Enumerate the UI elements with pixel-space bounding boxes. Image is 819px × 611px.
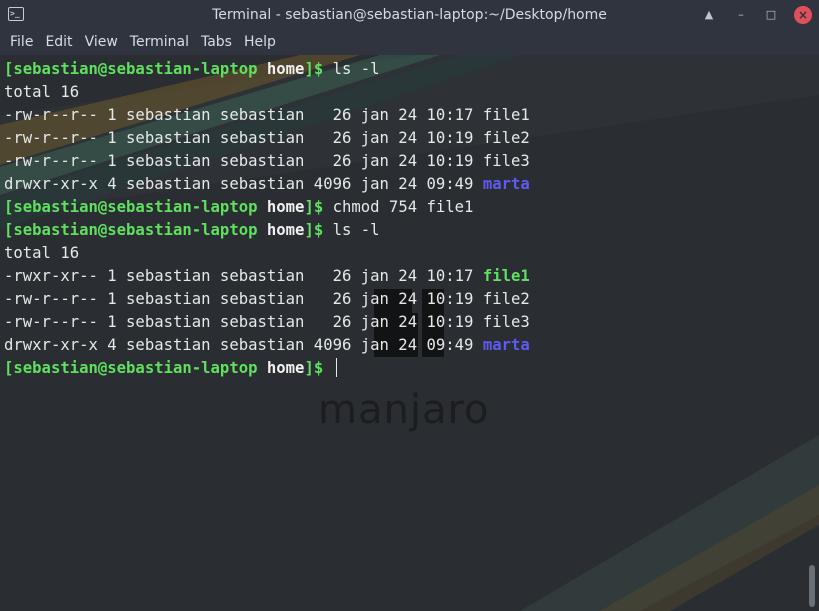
scrollbar[interactable]	[806, 55, 819, 611]
listing-details: -rwxr-xr-- 1 sebastian sebastian 26 jan …	[4, 267, 483, 285]
listing-row: drwxr-xr-x 4 sebastian sebastian 4096 ja…	[4, 334, 530, 357]
prompt-user-host: [sebastian@sebastian-laptop	[4, 60, 258, 78]
prompt-directory: home	[266, 198, 305, 216]
prompt-line: [sebastian@sebastian-laptop home]$ ls -l	[4, 219, 530, 242]
listing-row: -rwxr-xr-- 1 sebastian sebastian 26 jan …	[4, 265, 530, 288]
listing-row: -rw-r--r-- 1 sebastian sebastian 26 jan …	[4, 150, 530, 173]
prompt-line: [sebastian@sebastian-laptop home]$ ls -l	[4, 58, 530, 81]
prompt-end: ]$	[304, 221, 324, 239]
listing-details: drwxr-xr-x 4 sebastian sebastian 4096 ja…	[4, 175, 483, 193]
output-text: total 16	[4, 83, 80, 101]
prompt-directory: home	[266, 359, 305, 377]
maximize-button[interactable]: □	[762, 6, 780, 24]
command-text: ls -l	[323, 221, 380, 239]
output-line: total 16	[4, 242, 530, 265]
minimize-button[interactable]: –	[732, 6, 750, 24]
prompt-end: ]$	[304, 198, 324, 216]
listing-row: -rw-r--r-- 1 sebastian sebastian 26 jan …	[4, 104, 530, 127]
output-text: total 16	[4, 244, 80, 262]
listing-details: -rw-r--r-- 1 sebastian sebastian 26 jan …	[4, 106, 483, 124]
prompt-directory: home	[266, 221, 305, 239]
text-cursor	[335, 358, 338, 377]
prompt: [sebastian@sebastian-laptop home]$	[4, 60, 323, 78]
prompt-user-host: [sebastian@sebastian-laptop	[4, 221, 258, 239]
close-button[interactable]: ×	[794, 6, 812, 24]
listing-row: -rw-r--r-- 1 sebastian sebastian 26 jan …	[4, 288, 530, 311]
prompt-directory: home	[266, 60, 305, 78]
file-name: file3	[482, 152, 530, 170]
command-text	[323, 359, 332, 377]
minimize-up-icon[interactable]: ▲	[700, 6, 718, 24]
menu-bar: File Edit View Terminal Tabs Help	[0, 30, 819, 55]
listing-row: drwxr-xr-x 4 sebastian sebastian 4096 ja…	[4, 173, 530, 196]
file-name: file3	[482, 313, 530, 331]
prompt-line: [sebastian@sebastian-laptop home]$	[4, 357, 530, 380]
scrollbar-thumb[interactable]	[809, 565, 815, 607]
listing-details: -rw-r--r-- 1 sebastian sebastian 26 jan …	[4, 313, 483, 331]
terminal-output-area[interactable]: manjaro [sebastian@sebastian-laptop home…	[0, 55, 819, 611]
file-name: file1	[482, 106, 530, 124]
listing-row: -rw-r--r-- 1 sebastian sebastian 26 jan …	[4, 311, 530, 334]
prompt: [sebastian@sebastian-laptop home]$	[4, 359, 323, 377]
prompt-user-host: [sebastian@sebastian-laptop	[4, 359, 258, 377]
title-bar[interactable]: >_ Terminal - sebastian@sebastian-laptop…	[0, 0, 819, 30]
menu-edit[interactable]: Edit	[39, 30, 78, 55]
window-title: Terminal - sebastian@sebastian-laptop:~/…	[212, 7, 607, 23]
output-line: total 16	[4, 81, 530, 104]
file-name: file2	[482, 129, 530, 147]
prompt: [sebastian@sebastian-laptop home]$	[4, 198, 323, 216]
prompt-user-host: [sebastian@sebastian-laptop	[4, 198, 258, 216]
directory-name: marta	[482, 175, 530, 193]
menu-help[interactable]: Help	[238, 30, 282, 55]
listing-details: -rw-r--r-- 1 sebastian sebastian 26 jan …	[4, 290, 483, 308]
command-text: ls -l	[323, 60, 380, 78]
listing-details: -rw-r--r-- 1 sebastian sebastian 26 jan …	[4, 152, 483, 170]
menu-tabs[interactable]: Tabs	[195, 30, 238, 55]
menu-file[interactable]: File	[4, 30, 39, 55]
command-text: chmod 754 file1	[323, 198, 474, 216]
file-name: file2	[482, 290, 530, 308]
listing-details: drwxr-xr-x 4 sebastian sebastian 4096 ja…	[4, 336, 483, 354]
menu-view[interactable]: View	[79, 30, 124, 55]
prompt: [sebastian@sebastian-laptop home]$	[4, 221, 323, 239]
directory-name: marta	[482, 336, 530, 354]
prompt-end: ]$	[304, 60, 324, 78]
executable-name: file1	[482, 267, 530, 285]
listing-details: -rw-r--r-- 1 sebastian sebastian 26 jan …	[4, 129, 483, 147]
menu-terminal[interactable]: Terminal	[124, 30, 195, 55]
terminal-window: >_ Terminal - sebastian@sebastian-laptop…	[0, 0, 819, 611]
prompt-line: [sebastian@sebastian-laptop home]$ chmod…	[4, 196, 530, 219]
prompt-end: ]$	[304, 359, 324, 377]
manjaro-watermark: manjaro	[318, 387, 490, 433]
terminal-lines: [sebastian@sebastian-laptop home]$ ls -l…	[4, 58, 530, 380]
listing-row: -rw-r--r-- 1 sebastian sebastian 26 jan …	[4, 127, 530, 150]
